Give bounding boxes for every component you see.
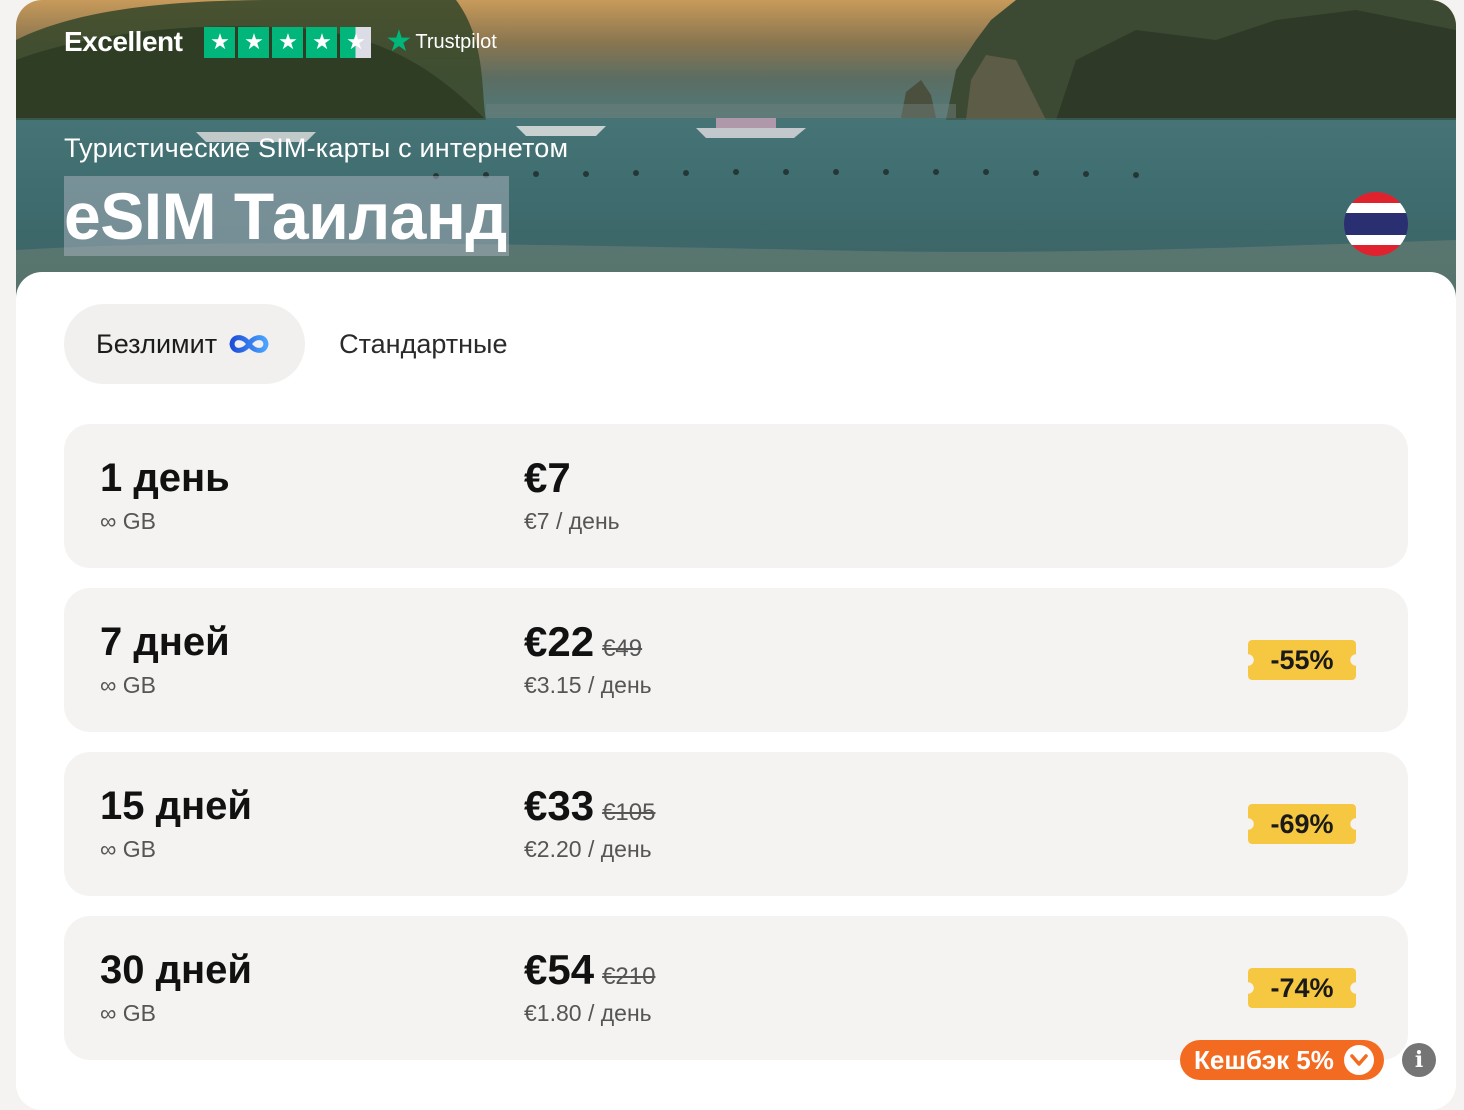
half-star-icon: ★	[340, 26, 372, 58]
rating-stars: ★ ★ ★ ★ ★	[204, 26, 372, 58]
tab-label: Стандартные	[339, 328, 508, 359]
cashback-button[interactable]: Кешбэк 5%	[1180, 1040, 1384, 1080]
plan-old-price: €49	[602, 635, 643, 662]
plan-data-amount: ∞ GB	[100, 1000, 157, 1026]
tab-unlimited[interactable]: Безлимит	[64, 304, 306, 384]
plan-price-group: €7	[524, 454, 571, 502]
hero-banner: Excellent ★ ★ ★ ★ ★ ★ Trustpilot Туристи…	[16, 0, 1456, 300]
plan-price-group: €33 €105	[524, 782, 655, 830]
plan-price-per-day: €7 / день	[524, 508, 620, 534]
plan-data-amount: ∞ GB	[100, 672, 157, 698]
discount-badge: -74%	[1248, 968, 1356, 1008]
info-icon[interactable]: i	[1402, 1043, 1436, 1077]
plan-data-amount: ∞ GB	[100, 508, 157, 534]
cashback-label: Кешбэк 5%	[1194, 1044, 1334, 1075]
plan-duration: 7 дней	[100, 620, 230, 664]
plan-row-1-day[interactable]: 1 день ∞ GB €7 €7 / день	[64, 424, 1408, 568]
plan-duration: 30 дней	[100, 948, 252, 992]
esim-country-card: Excellent ★ ★ ★ ★ ★ ★ Trustpilot Туристи…	[16, 0, 1456, 1110]
infinity-icon	[227, 331, 271, 357]
chevron-down-icon	[1343, 1045, 1374, 1075]
rating-label: Excellent	[64, 26, 183, 57]
thailand-flag-icon	[1344, 192, 1408, 256]
trustpilot-rating[interactable]: Excellent ★ ★ ★ ★ ★ ★ Trustpilot	[64, 24, 497, 60]
plan-price: €54	[524, 946, 595, 993]
star-icon: ★	[204, 26, 236, 58]
plan-price: €33	[524, 782, 595, 829]
plan-type-tabs: Безлимит Стандартные	[64, 304, 541, 384]
star-icon: ★	[238, 26, 270, 58]
hero-subtitle: Туристические SIM-карты с интернетом	[64, 133, 569, 163]
plan-price-per-day: €2.20 / день	[524, 836, 652, 862]
star-icon: ★	[272, 26, 304, 58]
plan-old-price: €210	[602, 963, 656, 990]
plan-row-15-days[interactable]: 15 дней ∞ GB €33 €105 €2.20 / день -69%	[64, 752, 1408, 896]
plan-price-per-day: €1.80 / день	[524, 1000, 652, 1026]
plan-old-price: €105	[602, 799, 656, 826]
plan-row-7-days[interactable]: 7 дней ∞ GB €22 €49 €3.15 / день -55%	[64, 588, 1408, 732]
plan-data-amount: ∞ GB	[100, 836, 157, 862]
plans-panel: Безлимит Стандартные 1 день ∞ GB €7 €7 /…	[16, 272, 1456, 1110]
plan-list: 1 день ∞ GB €7 €7 / день 7 дней ∞ GB €22…	[64, 424, 1408, 1080]
plan-price-group: €54 €210	[524, 946, 655, 994]
plan-duration: 15 дней	[100, 784, 252, 828]
page-title: eSIM Таиланд	[64, 176, 509, 256]
tab-standard[interactable]: Стандартные	[305, 304, 541, 384]
plan-duration: 1 день	[100, 456, 230, 500]
plan-price: €22	[524, 618, 595, 665]
discount-badge: -69%	[1248, 804, 1356, 844]
plan-row-30-days[interactable]: 30 дней ∞ GB €54 €210 €1.80 / день -74%	[64, 916, 1408, 1060]
star-icon: ★	[306, 26, 338, 58]
plan-price: €7	[524, 454, 571, 501]
discount-badge: -55%	[1248, 640, 1356, 680]
trustpilot-logo: ★ Trustpilot	[385, 27, 496, 57]
tab-label: Безлимит	[96, 328, 218, 359]
plan-price-per-day: €3.15 / день	[524, 672, 652, 698]
plan-price-group: €22 €49	[524, 618, 642, 666]
trustpilot-brand-name: Trustpilot	[415, 30, 497, 53]
trustpilot-star-icon: ★	[385, 25, 413, 58]
